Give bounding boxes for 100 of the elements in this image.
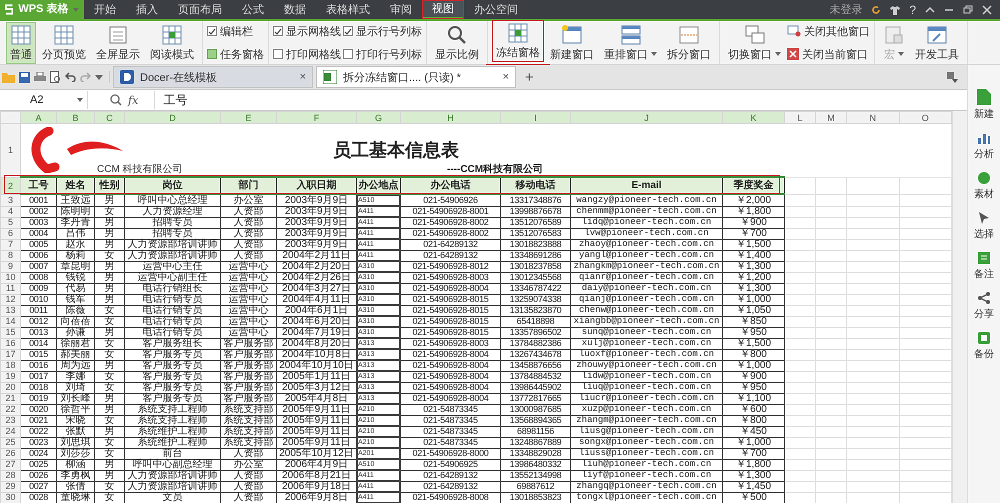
table-cell: 021-54873345 [400,426,500,437]
column-header[interactable]: L [784,112,816,124]
checkbox[interactable]: 显示行号列标 [343,24,422,38]
ribbon-button[interactable]: 冻结窗格 [492,20,544,62]
row-header[interactable]: 30 [0,492,20,503]
column-header[interactable]: C [94,112,124,124]
menu-tab[interactable]: 开始 [84,0,126,19]
help-button[interactable]: ? [909,2,916,16]
menu-tab[interactable]: 表格样式 [316,0,380,19]
row-header[interactable]: 18 [0,360,20,371]
menu-tab[interactable]: 办公空间 [464,0,528,19]
row-header[interactable]: 13 [0,305,20,316]
row-header[interactable]: 15 [0,327,20,338]
menu-tab[interactable]: 插入 [126,0,168,19]
login-status[interactable]: 未登录 [829,2,862,17]
column-header[interactable]: M [816,112,846,124]
ribbon-button[interactable]: 关闭当前窗口 [787,46,870,62]
column-header[interactable]: E [220,112,276,124]
side-panel-button[interactable]: 素材 [974,171,994,201]
checkbox[interactable]: 打印网格线 [273,46,341,62]
side-panel-button[interactable]: 分析 [974,131,994,161]
column-header[interactable]: J [570,112,722,124]
ribbon-button[interactable]: 全屏显示 [92,22,144,64]
toggle-button[interactable]: 任务窗格 [207,46,264,62]
new-tab-button[interactable]: + [519,68,540,86]
row-header[interactable]: 16 [0,338,20,349]
ribbon-button[interactable]: 重排窗口 [600,22,661,64]
row-header[interactable]: 22 [0,404,20,415]
column-header[interactable]: O [899,112,952,124]
preview-icon[interactable] [50,71,61,83]
close-button[interactable]: × [502,71,509,83]
row-header[interactable]: 21 [0,393,20,404]
row-header[interactable]: 11 [0,283,20,294]
ribbon-button[interactable]: 分页预览 [38,22,90,64]
row-header[interactable]: 29 [0,481,20,492]
close-icon[interactable] [982,4,992,14]
save-icon[interactable] [19,72,30,82]
row-header[interactable]: 24 [0,426,20,437]
column-header[interactable]: G [356,112,400,124]
row-header[interactable]: 7 [0,239,20,250]
ribbon-button[interactable]: 切换窗口 [724,22,785,64]
row-header[interactable]: 19 [0,371,20,382]
scrollbar[interactable] [952,111,967,503]
row-header[interactable]: 26 [0,448,20,459]
row-header[interactable]: 20 [0,382,20,393]
row-header[interactable]: 8 [0,250,20,261]
row-header[interactable]: 3 [0,194,20,206]
document-tab[interactable]: 拆分冻结窗口.... (只读) * × [316,66,516,88]
checkbox[interactable]: 显示网格线 [273,24,341,38]
column-header[interactable]: F [276,112,356,124]
caret-icon[interactable] [95,74,103,80]
row-header[interactable]: 12 [0,294,20,305]
zoom-icon[interactable] [110,94,122,106]
side-panel-button[interactable]: 备注 [974,251,994,281]
row-header[interactable]: 23 [0,415,20,426]
side-panel-button[interactable]: 分享 [974,291,994,321]
column-header[interactable]: N [846,112,899,124]
print-icon[interactable] [34,72,46,82]
column-header[interactable]: B [56,112,94,124]
menu-tab[interactable]: 审阅 [380,0,422,19]
checkbox[interactable]: 打印行号列标 [343,46,422,62]
column-header[interactable]: A [20,112,56,124]
restore-icon[interactable] [963,5,973,14]
ribbon-button[interactable]: 拆分窗口 [663,22,715,64]
row-header[interactable]: 25 [0,437,20,448]
row-header[interactable]: 1 [0,124,20,177]
shirt-icon[interactable] [890,4,900,14]
side-panel-button[interactable]: 备份 [974,331,994,361]
row-header[interactable]: 28 [0,470,20,481]
ribbon-button[interactable]: 普通 [6,22,36,64]
checkbox[interactable]: 编辑栏 [207,24,264,38]
menu-tab[interactable]: 数据 [274,0,316,19]
side-panel-button[interactable]: 选择 [974,211,994,241]
row-header[interactable]: 14 [0,316,20,327]
row-header[interactable]: 10 [0,272,20,283]
side-panel-button[interactable]: 新建 [974,89,994,121]
column-header[interactable]: H [400,112,500,124]
undo-icon[interactable] [65,72,76,82]
menu-tab[interactable]: 页面布局 [168,0,232,19]
column-header[interactable]: I [500,112,570,124]
row-header[interactable]: 4 [0,206,20,217]
refresh-icon[interactable] [871,4,882,14]
function-button[interactable]: fx [128,94,138,106]
ribbon-button[interactable]: 关闭其他窗口 [787,24,870,38]
ribbon-button[interactable]: 开发工具 [911,22,963,64]
row-header[interactable]: 27 [0,459,20,470]
ribbon-button[interactable]: 新建窗口 [546,22,598,64]
row-header[interactable]: 9 [0,261,20,272]
menu-tab[interactable]: 视图 [422,0,464,19]
ribbon-button[interactable]: 显示比例 [431,22,483,64]
menu-tab[interactable]: 公式 [232,0,274,19]
column-header[interactable]: K [722,112,784,124]
ribbon-button[interactable]: 阅读模式 [146,22,198,64]
column-header[interactable]: D [124,112,220,124]
close-button[interactable]: × [300,71,306,83]
row-header[interactable]: 6 [0,228,20,239]
document-tab[interactable]: Docer-在线模板 × [113,66,313,88]
collapse-icon[interactable] [925,6,935,14]
row-header[interactable]: 5 [0,217,20,228]
row-header[interactable]: 17 [0,349,20,360]
